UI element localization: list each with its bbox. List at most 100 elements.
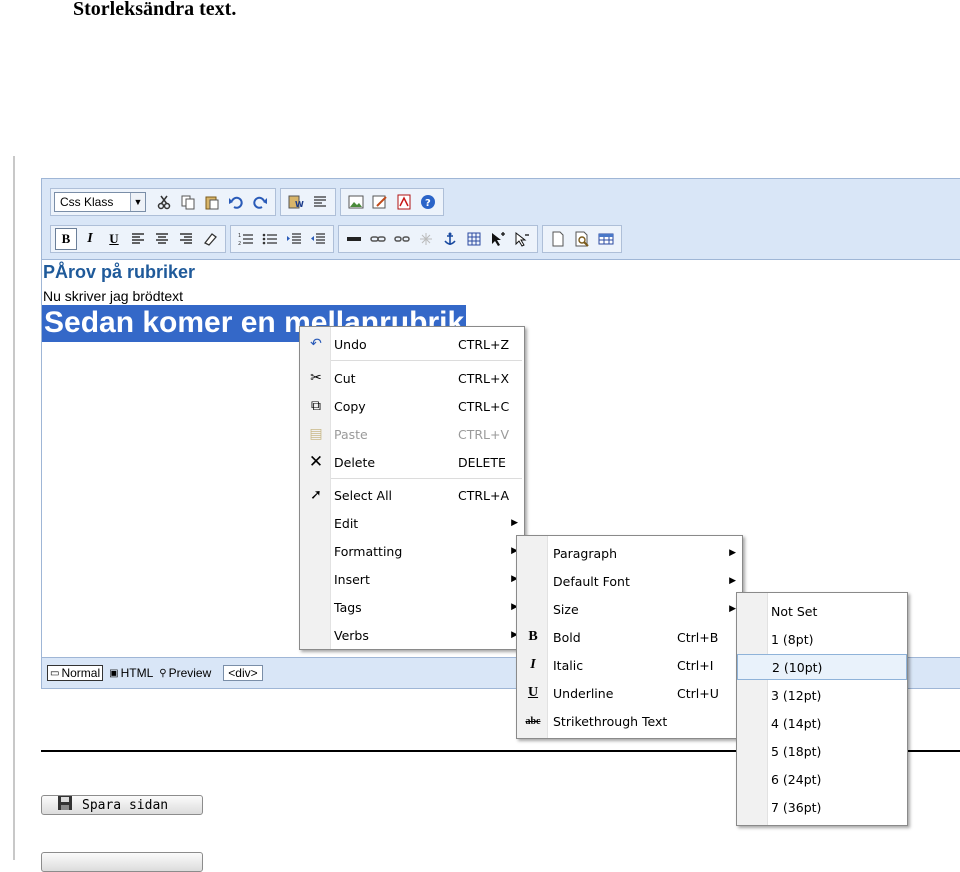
normal-mode-tab[interactable]: ▭ Normal [47,665,104,681]
cut-icon[interactable] [153,191,175,213]
menu-item-copy[interactable]: ⧉ Copy CTRL+C [300,393,524,419]
copy-icon: ⧉ [311,398,321,414]
preview-mode-tab[interactable]: ⚲ Preview [159,666,211,680]
normal-mode-icon: ▭ [50,667,60,679]
html-mode-label: HTML [120,666,154,680]
underline-icon[interactable]: U [103,228,125,250]
size-submenu: Not Set 1 (8pt) 2 (10pt) 3 (12pt) 4 (14p… [736,592,908,826]
context-menu: ↶ Undo CTRL+Z ✂ Cut CTRL+X ⧉ Copy CTRL+C… [299,326,525,650]
menu-separator [331,478,522,479]
submenu-arrow-icon: ▶ [729,548,736,558]
menu-item-select-all[interactable]: ➚ Select All CTRL+A [300,482,524,508]
indent-icon[interactable] [283,228,305,250]
undo-icon[interactable] [225,191,247,213]
menu-item-italic[interactable]: I Italic Ctrl+I [517,652,742,678]
menu-item-size[interactable]: Size ▶ [517,596,742,622]
menu-label: Cut [334,370,356,386]
menu-label: Insert [334,571,370,587]
menu-label: 2 (10pt) [772,659,823,675]
magnifier-icon: ⚲ [159,667,167,679]
pdf-icon[interactable] [393,191,415,213]
menu-shortcut: CTRL+A [458,487,510,503]
menu-item-formatting[interactable]: Formatting ▶ [300,538,524,564]
unlink-icon[interactable] [391,228,413,250]
align-right-icon[interactable] [175,228,197,250]
italic-icon[interactable]: I [79,228,101,250]
menu-item-cut[interactable]: ✂ Cut CTRL+X [300,365,524,391]
menu-label: Paragraph [553,545,618,561]
bold-icon[interactable]: B [55,228,77,250]
size-option-2[interactable]: 2 (10pt) [737,654,907,680]
content-paragraph[interactable]: Nu skriver jag brödtext [43,288,183,304]
toolbar-group-2: W [280,188,336,216]
anchor-icon[interactable] [439,228,461,250]
horizontal-rule-icon[interactable] [343,228,365,250]
paste-icon[interactable] [201,191,223,213]
menu-item-verbs[interactable]: Verbs ▶ [300,622,524,648]
remove-link-icon[interactable] [415,228,437,250]
toolbar-group-5: 12 [230,225,334,253]
menu-label: Select All [334,487,393,503]
css-class-select[interactable]: Css Klass ▼ [54,192,146,212]
toolbar-group-3: ? [340,188,444,216]
menu-label: 3 (12pt) [771,687,822,703]
preview-icon[interactable] [571,228,593,250]
strikethrough-icon: abc [525,715,541,727]
menu-item-paragraph[interactable]: Paragraph ▶ [517,540,742,566]
menu-item-tags[interactable]: Tags ▶ [300,594,524,620]
menu-shortcut: Ctrl+B [677,629,719,645]
menu-item-bold[interactable]: B Bold Ctrl+B [517,624,742,650]
link-icon[interactable] [367,228,389,250]
pointer-icon[interactable] [511,228,533,250]
align-center-icon[interactable] [151,228,173,250]
align-left-icon[interactable] [127,228,149,250]
menu-label: Not Set [771,603,818,619]
floppy-disk-icon [58,796,72,814]
eraser-icon[interactable] [199,228,221,250]
tag-path-div[interactable]: <div> [223,665,263,681]
size-option-7[interactable]: 7 (36pt) [737,794,907,820]
menu-item-default-font[interactable]: Default Font ▶ [517,568,742,594]
menu-item-paste[interactable]: ▤ Paste CTRL+V [300,421,524,447]
toolbar-group-4: B I U [50,225,226,253]
html-mode-tab[interactable]: ▣ HTML [109,666,153,680]
redo-icon[interactable] [249,191,271,213]
menu-label: Delete [334,454,376,470]
edit-image-icon[interactable] [369,191,391,213]
toolbar-group-1: Css Klass ▼ [50,188,276,216]
size-option-4[interactable]: 4 (14pt) [737,710,907,736]
secondary-page-button[interactable] [41,852,203,872]
menu-item-delete[interactable]: ✕ Delete DELETE [300,449,524,475]
select-all-icon[interactable] [487,228,509,250]
menu-label: Underline [553,685,614,701]
save-page-button[interactable]: Spara sidan [41,795,203,815]
copy-icon[interactable] [177,191,199,213]
size-option-3[interactable]: 3 (12pt) [737,682,907,708]
size-option-6[interactable]: 6 (24pt) [737,766,907,792]
size-option-5[interactable]: 5 (18pt) [737,738,907,764]
help-icon[interactable]: ? [417,191,439,213]
underline-icon: U [527,685,539,700]
cut-icon: ✂ [310,370,322,386]
outdent-icon[interactable] [307,228,329,250]
table-icon[interactable] [463,228,485,250]
ordered-list-icon[interactable]: 12 [235,228,257,250]
paste-text-icon[interactable] [309,191,331,213]
unordered-list-icon[interactable] [259,228,281,250]
menu-shortcut: CTRL+X [458,370,510,386]
table-properties-icon[interactable] [595,228,617,250]
insert-image-icon[interactable] [345,191,367,213]
paste-word-icon[interactable]: W [285,191,307,213]
svg-text:?: ? [425,198,431,209]
menu-item-undo[interactable]: ↶ Undo CTRL+Z [300,331,524,357]
chevron-down-icon[interactable]: ▼ [130,193,145,211]
menu-item-strikethrough[interactable]: abc Strikethrough Text [517,708,742,734]
menu-item-insert[interactable]: Insert ▶ [300,566,524,592]
menu-item-edit[interactable]: Edit ▶ [300,510,524,536]
menu-item-underline[interactable]: U Underline Ctrl+U [517,680,742,706]
content-heading[interactable]: PÅrov på rubriker [43,262,195,283]
menu-label: Undo [334,336,367,352]
new-page-icon[interactable] [547,228,569,250]
size-option-not-set[interactable]: Not Set [737,598,907,624]
size-option-1[interactable]: 1 (8pt) [737,626,907,652]
